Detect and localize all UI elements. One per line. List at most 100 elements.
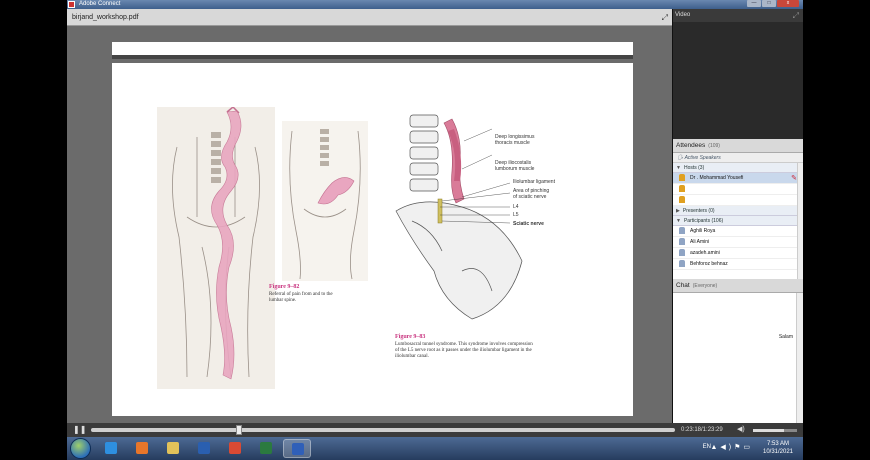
chat-messages: Salam bbox=[673, 293, 796, 423]
volume-slider[interactable] bbox=[753, 429, 797, 432]
taskbar-media-player-button[interactable] bbox=[190, 439, 218, 458]
attendee-name: azadeh.amini bbox=[690, 250, 720, 256]
chat-message: Salam bbox=[778, 334, 793, 340]
video-pod: Video ⤢ bbox=[672, 9, 803, 139]
window-title-bar[interactable]: Adobe Connect — □ x bbox=[67, 0, 803, 9]
lumbar-spine-figure bbox=[282, 121, 368, 281]
user-icon bbox=[679, 227, 685, 235]
chat-message bbox=[676, 343, 793, 355]
user-icon bbox=[679, 249, 685, 257]
chat-scope[interactable]: (Everyone) bbox=[693, 283, 717, 289]
taskbar-word-button[interactable] bbox=[283, 439, 311, 458]
chat-message bbox=[676, 307, 793, 319]
pause-icon[interactable]: ❚❚ bbox=[73, 425, 86, 435]
active-speakers[interactable]: 🗣 Active Speakers bbox=[673, 153, 803, 163]
attendee-participant[interactable]: Aghili Roya bbox=[673, 226, 803, 237]
document-viewer[interactable]: Figure 9–82 Referral of pain from and to… bbox=[67, 26, 672, 423]
speaker-icon: 🗣 bbox=[677, 155, 684, 161]
attendee-name: Aghili Roya bbox=[690, 228, 716, 234]
user-icon bbox=[679, 238, 685, 246]
attendee-host[interactable]: Dr . Mohammad Yousefi ✎ bbox=[673, 173, 803, 184]
pdf-page: Figure 9–82 Referral of pain from and to… bbox=[112, 63, 633, 416]
taskbar-firefox-button[interactable] bbox=[128, 439, 156, 458]
chat-message bbox=[676, 355, 793, 367]
label-thoracis-muscle: thoracis muscle bbox=[495, 140, 530, 146]
host-user-icon bbox=[679, 196, 685, 204]
video-pod-title: Video bbox=[675, 12, 691, 18]
group-hosts-label: Hosts (3) bbox=[683, 165, 705, 171]
attendee-participant[interactable]: azadeh.amini bbox=[673, 248, 803, 259]
attendees-pod: Attendees (109) 🗣 Active Speakers ▼ Hosts … bbox=[672, 139, 803, 279]
maximize-button[interactable]: □ bbox=[762, 0, 776, 7]
file-explorer-icon bbox=[167, 442, 179, 454]
attendees-scrollbar[interactable] bbox=[797, 163, 803, 279]
chat-message bbox=[676, 295, 793, 307]
video-pod-header: Video ⤢ bbox=[673, 9, 803, 22]
chat-message bbox=[676, 379, 793, 391]
group-participants[interactable]: ▼ Participants (106) bbox=[673, 216, 803, 226]
figure-9-83-title: Figure 9–83 bbox=[395, 334, 426, 340]
media-player-icon bbox=[198, 442, 210, 454]
windows-taskbar: EN ▲◀)⚑▭ 7:53 AM 10/31/2021 bbox=[67, 437, 803, 460]
group-presenters-label: Presenters (0) bbox=[682, 208, 715, 214]
attendee-participant[interactable]: Behforoz behnaz bbox=[673, 259, 803, 270]
group-participants-label: Participants (106) bbox=[683, 218, 724, 224]
user-icon bbox=[679, 260, 685, 268]
window-title: Adobe Connect bbox=[79, 1, 121, 7]
chat-scrollbar[interactable] bbox=[796, 293, 803, 423]
chat-message bbox=[676, 403, 793, 415]
attendee-participant[interactable]: Ali Amini bbox=[673, 237, 803, 248]
playback-bar: ❚❚ 0:23:18/1:23:29 ◀) bbox=[67, 423, 803, 437]
expand-icon[interactable]: ⤢ bbox=[793, 9, 799, 22]
system-clock[interactable]: 7:53 AM 10/31/2021 bbox=[759, 440, 797, 456]
playback-timeline[interactable] bbox=[91, 425, 675, 435]
clock-date: 10/31/2021 bbox=[762, 449, 794, 455]
attendee-host[interactable] bbox=[673, 184, 803, 195]
previous-page-edge bbox=[112, 42, 633, 59]
chat-message bbox=[676, 319, 793, 331]
chat-pod-header: Chat (Everyone) bbox=[673, 279, 803, 293]
attendee-name: Dr . Mohammad Yousefi bbox=[690, 175, 744, 181]
share-pod-header: birjand_workshop.pdf ⤢ bbox=[67, 9, 672, 26]
label-of-sciatic-nerve: of sciatic nerve bbox=[513, 194, 547, 200]
speaker-icon[interactable]: ◀) bbox=[737, 423, 745, 437]
figure-9-82-caption-line-2: lumbar spine. bbox=[269, 298, 297, 303]
taskbar-internet-explorer-button[interactable] bbox=[97, 439, 125, 458]
attendee-name: Behforoz behnaz bbox=[690, 261, 728, 267]
share-pod: birjand_workshop.pdf ⤢ Figure 9–82 Refer… bbox=[67, 9, 672, 423]
firefox-icon bbox=[136, 442, 148, 454]
tray-icons[interactable]: ▲◀)⚑▭ bbox=[710, 443, 753, 451]
clock-time: 7:53 AM bbox=[766, 441, 789, 447]
label-l5: L5 bbox=[513, 212, 519, 218]
triangle-right-icon: ▶ bbox=[676, 208, 680, 214]
internet-explorer-icon bbox=[105, 442, 117, 454]
app-icon bbox=[68, 1, 75, 8]
expand-icon[interactable]: ⤢ bbox=[662, 13, 668, 23]
label-lumborum-muscle: lumborum muscle bbox=[495, 166, 535, 172]
word-icon bbox=[292, 443, 304, 455]
host-user-icon bbox=[679, 174, 685, 182]
playback-scrubber[interactable] bbox=[236, 425, 243, 435]
start-button[interactable] bbox=[70, 438, 91, 459]
group-hosts[interactable]: ▼ Hosts (3) bbox=[673, 163, 803, 173]
chat-pod: Chat (Everyone) Salam bbox=[672, 279, 803, 423]
adobe-connect-app: birjand_workshop.pdf ⤢ Figure 9–82 Refer… bbox=[67, 9, 803, 423]
triangle-down-icon: ▼ bbox=[676, 218, 681, 224]
figure-9-83-caption-line-3: iliolumbar canal. bbox=[395, 354, 429, 359]
taskbar-file-explorer-button[interactable] bbox=[159, 439, 187, 458]
window-controls: — □ x bbox=[747, 0, 799, 8]
group-presenters[interactable]: ▶ Presenters (0) bbox=[673, 206, 803, 216]
taskbar-chrome-button[interactable] bbox=[221, 439, 249, 458]
label-l4: L4 bbox=[513, 204, 519, 210]
minimize-button[interactable]: — bbox=[747, 0, 761, 7]
excel-icon bbox=[260, 442, 272, 454]
active-speakers-label: Active Speakers bbox=[684, 155, 721, 161]
taskbar-excel-button[interactable] bbox=[252, 439, 280, 458]
attendees-title: Attendees bbox=[676, 142, 706, 149]
close-button[interactable]: x bbox=[777, 0, 799, 7]
attendee-host[interactable] bbox=[673, 195, 803, 206]
volume-level bbox=[753, 429, 784, 432]
chat-message bbox=[676, 391, 793, 403]
figure-9-82-title: Figure 9–82 bbox=[269, 284, 300, 290]
chat-title: Chat bbox=[676, 282, 690, 289]
